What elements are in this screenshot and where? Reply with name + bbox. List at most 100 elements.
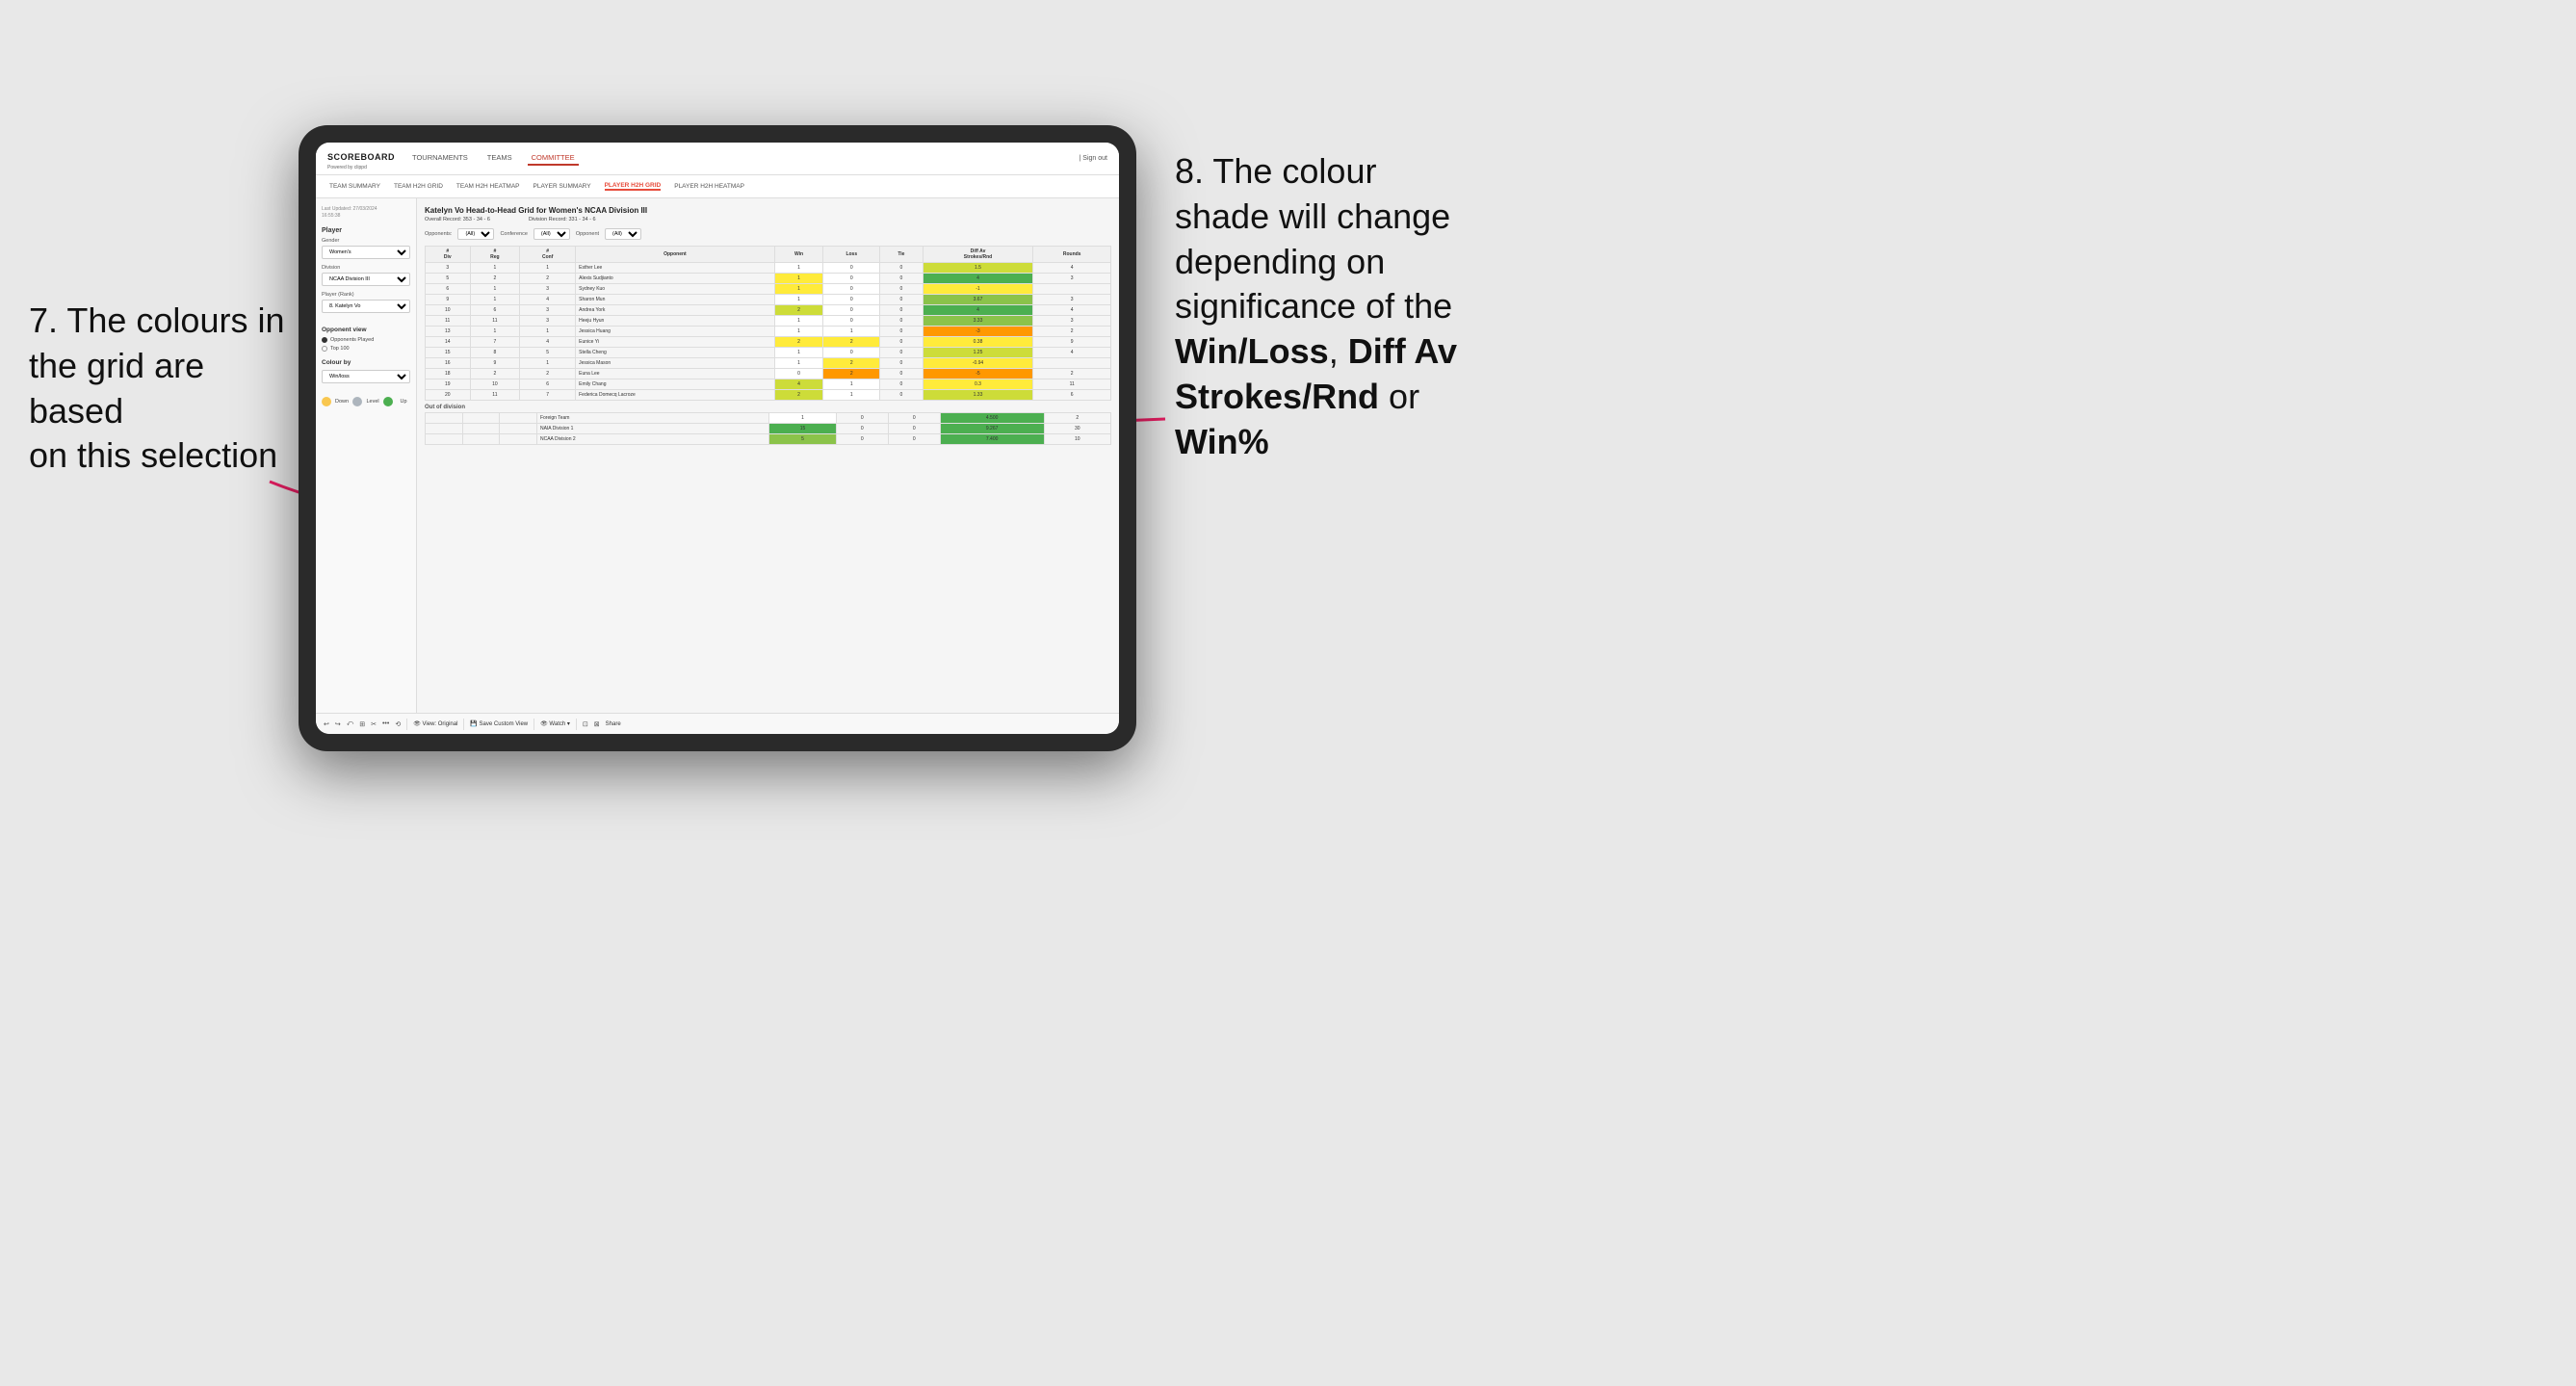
radio-label-top100: Top 100 (330, 346, 350, 352)
radio-opponents-played[interactable]: Opponents Played (322, 337, 410, 343)
legend-up-label: Up (397, 399, 410, 405)
tab-team-summary[interactable]: TEAM SUMMARY (329, 183, 380, 190)
grid-records: Overall Record: 353 - 34 - 6 Division Re… (425, 217, 1111, 222)
col-loss: Loss (823, 247, 880, 263)
layout2-icon[interactable]: ⊠ (594, 720, 600, 728)
table-row: 11 11 3 Heeju Hyun 1 0 0 3.33 3 (426, 316, 1111, 327)
gender-label: Gender (322, 238, 410, 244)
table-row: 14 7 4 Eunice Yi 2 2 0 0.38 9 (426, 337, 1111, 348)
tablet-screen: SCOREBOARD Powered by clippd TOURNAMENTS… (316, 143, 1119, 734)
sign-out[interactable]: | Sign out (1080, 155, 1107, 162)
col-conf: #Conf (520, 247, 576, 263)
bottom-toolbar: ↩ ↪ ⤺ ⊞ ✂ ••• ⟲ 👁 View: Original 💾 Save … (316, 713, 1119, 734)
grid-area: Katelyn Vo Head-to-Head Grid for Women's… (417, 198, 1119, 713)
division-select[interactable]: NCAA Division III (322, 273, 410, 286)
col-opponent: Opponent (576, 247, 775, 263)
table-row: 6 1 3 Sydney Kuo 1 0 0 -1 (426, 284, 1111, 295)
player-rank-select[interactable]: 8. Katelyn Vo (322, 300, 410, 313)
ood-table-row: NAIA Division 1 15 0 0 9.267 30 (426, 424, 1111, 434)
radio-dot-top100 (322, 346, 327, 352)
radio-dot-opponents (322, 337, 327, 343)
table-row: 18 2 2 Euna Lee 0 2 0 -5 2 (426, 369, 1111, 379)
division-label: Division (322, 265, 410, 271)
last-updated: Last Updated: 27/03/2024 16:55:38 (322, 206, 410, 220)
grid-title: Katelyn Vo Head-to-Head Grid for Women's… (425, 206, 1111, 215)
annotation-left: 7. The colours in the grid are based on … (29, 299, 308, 479)
toolbar-divider-1 (406, 719, 407, 730)
logo: SCOREBOARD Powered by clippd (327, 147, 395, 170)
division-record: Division Record: 331 - 34 - 6 (529, 217, 596, 222)
ood-table-row: NCAA Division 2 5 0 0 7.400 10 (426, 434, 1111, 445)
col-reg: #Reg (470, 247, 520, 263)
legend-level-dot (352, 397, 362, 406)
out-of-division-table: Foreign Team 1 0 0 4.500 2 NAIA Division… (425, 412, 1111, 445)
player-section-title: Player (322, 227, 410, 234)
table-row: 3 1 1 Esther Lee 1 0 0 1.5 4 (426, 263, 1111, 274)
opponents-filter-label: Opponents: (425, 231, 452, 237)
out-of-division-label: Out of division (425, 401, 1111, 412)
colour-by-title: Colour by (322, 359, 410, 366)
sub-nav: TEAM SUMMARY TEAM H2H GRID TEAM H2H HEAT… (316, 175, 1119, 198)
share-btn[interactable]: Share (606, 721, 621, 727)
main-content: Last Updated: 27/03/2024 16:55:38 Player… (316, 198, 1119, 713)
table-row: 19 10 6 Emily Chang 4 1 0 0.3 11 (426, 379, 1111, 390)
undo2-icon[interactable]: ⤺ (347, 720, 353, 728)
col-rounds: Rounds (1033, 247, 1111, 263)
tab-team-h2h-heatmap[interactable]: TEAM H2H HEATMAP (456, 183, 520, 190)
table-row: 9 1 4 Sharon Mun 1 0 0 3.67 3 (426, 295, 1111, 305)
legend: Down Level Up (322, 397, 410, 406)
col-diff: Diff AvStrokes/Rnd (923, 247, 1033, 263)
legend-up-dot (383, 397, 393, 406)
conference-filter-select[interactable]: (All) (533, 228, 570, 240)
nav-links: TOURNAMENTS TEAMS COMMITTEE (408, 151, 579, 166)
toolbar-divider-2 (463, 719, 464, 730)
tab-player-h2h-grid[interactable]: PLAYER H2H GRID (605, 182, 662, 191)
nav-tournaments[interactable]: TOURNAMENTS (408, 151, 472, 166)
tablet-frame: SCOREBOARD Powered by clippd TOURNAMENTS… (299, 125, 1136, 751)
legend-level-label: Level (366, 399, 379, 405)
nav-teams[interactable]: TEAMS (483, 151, 516, 166)
colour-by-select[interactable]: Win/loss (322, 370, 410, 383)
save-custom-view-btn[interactable]: 💾 Save Custom View (470, 720, 528, 727)
undo-icon[interactable]: ↩ (324, 720, 329, 728)
layout-icon[interactable]: ⊡ (583, 720, 588, 728)
cut-icon[interactable]: ✂ (371, 720, 377, 728)
left-panel: Last Updated: 27/03/2024 16:55:38 Player… (316, 198, 417, 713)
table-row: 10 6 3 Andrea York 2 0 0 4 4 (426, 305, 1111, 316)
legend-down-label: Down (335, 399, 349, 405)
h2h-table: #Div #Reg #Conf Opponent Win Loss Tie Di… (425, 246, 1111, 401)
radio-label-opponents: Opponents Played (330, 337, 374, 343)
player-rank-label: Player (Rank) (322, 292, 410, 298)
nav-committee[interactable]: COMMITTEE (528, 151, 579, 166)
table-row: 5 2 2 Alexis Sudjianto 1 0 0 4 3 (426, 274, 1111, 284)
gender-select[interactable]: Women's (322, 246, 410, 259)
opponent-filter-label: Opponent (576, 231, 599, 237)
view-original-btn[interactable]: 👁 View: Original (413, 720, 457, 727)
tab-player-h2h-heatmap[interactable]: PLAYER H2H HEATMAP (674, 183, 744, 190)
legend-down-dot (322, 397, 331, 406)
dots-icon[interactable]: ••• (382, 720, 389, 727)
ood-table-row: Foreign Team 1 0 0 4.500 2 (426, 413, 1111, 424)
col-win: Win (774, 247, 823, 263)
filter-row: Opponents: (All) Conference (All) Oppone… (425, 228, 1111, 240)
radio-top100[interactable]: Top 100 (322, 346, 410, 352)
col-tie: Tie (880, 247, 923, 263)
annotation-right: 8. The colour shade will change dependin… (1175, 149, 1599, 465)
table-row: 15 8 5 Stella Cheng 1 0 0 1.25 4 (426, 348, 1111, 358)
overall-record: Overall Record: 353 - 34 - 6 (425, 217, 490, 222)
toolbar-divider-3 (533, 719, 534, 730)
tab-player-summary[interactable]: PLAYER SUMMARY (533, 183, 591, 190)
table-row: 16 9 1 Jessica Mason 1 2 0 -0.94 (426, 358, 1111, 369)
table-row: 13 1 1 Jessica Huang 1 1 0 -3 2 (426, 327, 1111, 337)
opponents-filter-select[interactable]: (All) (457, 228, 494, 240)
watch-btn[interactable]: 👁 Watch ▾ (540, 720, 570, 727)
toolbar-divider-4 (576, 719, 577, 730)
tab-team-h2h-grid[interactable]: TEAM H2H GRID (394, 183, 443, 190)
nav-bar: SCOREBOARD Powered by clippd TOURNAMENTS… (316, 143, 1119, 175)
redo-icon[interactable]: ↪ (335, 720, 341, 728)
grid-icon[interactable]: ⊞ (359, 720, 365, 728)
conference-filter-label: Conference (500, 231, 527, 237)
refresh-icon[interactable]: ⟲ (395, 720, 401, 728)
opponent-view-title: Opponent view (322, 327, 410, 333)
opponent-filter-select[interactable]: (All) (605, 228, 641, 240)
